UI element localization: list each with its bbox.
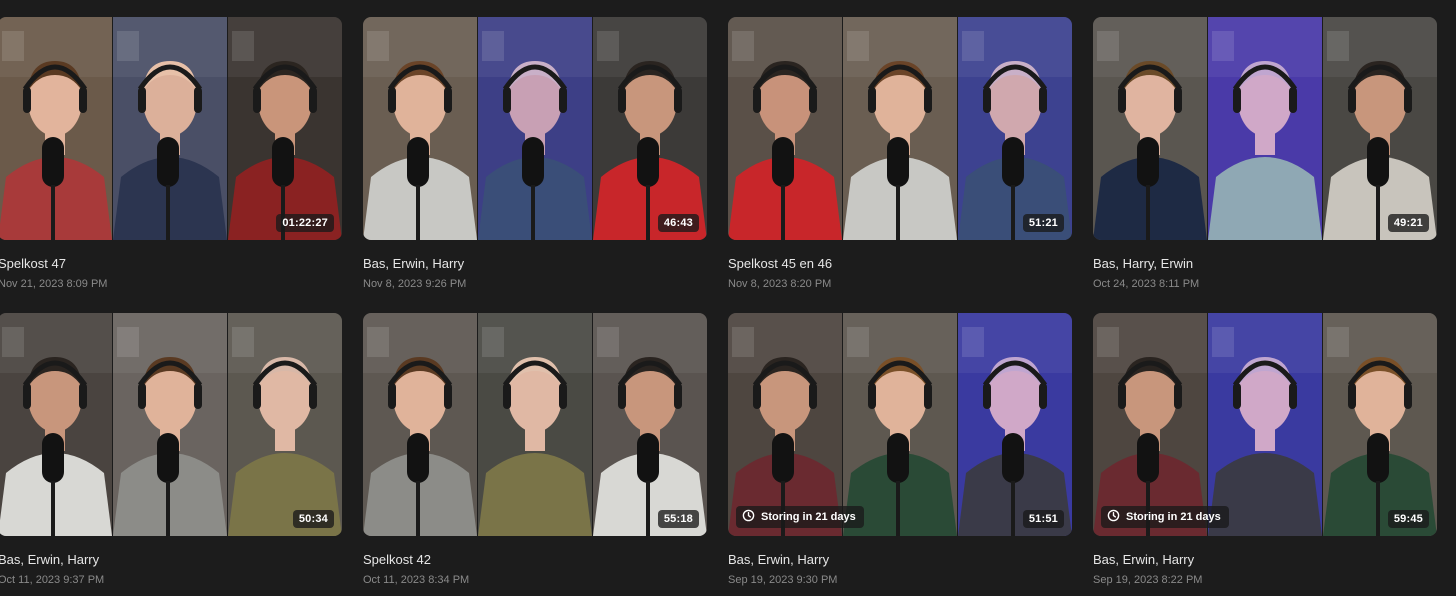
recording-title[interactable]: Bas, Erwin, Harry [728, 552, 1072, 568]
clock-icon [1107, 509, 1120, 525]
participant-video-frame [227, 313, 342, 536]
participant-video-frame [957, 17, 1072, 240]
recording-thumbnail[interactable]: 55:18 [363, 313, 707, 536]
recording-title[interactable]: Bas, Erwin, Harry [1093, 552, 1437, 568]
recording-date: Oct 11, 2023 9:37 PM [0, 574, 105, 586]
duration-badge: 50:34 [292, 510, 334, 528]
recording-title[interactable]: Bas, Erwin, Harry [0, 552, 342, 568]
recording-card[interactable]: Storing in 21 days 59:45 Bas, Erwin, Harry… [1093, 313, 1437, 587]
participant-video-frame [227, 17, 342, 240]
participant-video-frame [592, 313, 707, 536]
clock-icon [742, 509, 755, 525]
participant-video-frame [728, 17, 842, 240]
participant-video-frame [112, 17, 227, 240]
participant-video-frame [477, 17, 592, 240]
participant-video-frame [1322, 17, 1437, 240]
recording-title[interactable]: Spelkost 45 en 46 [728, 256, 1072, 272]
recording-date: Nov 21, 2023 8:09 PM [0, 278, 108, 290]
participant-video-frame [363, 17, 477, 240]
recording-card[interactable]: 50:34 Bas, Erwin, Harry Oct 11, 2023 9:37 … [0, 313, 342, 587]
recording-card[interactable]: 01:22:27 Spelkost 47 Nov 21, 2023 8:09 PM [0, 17, 342, 291]
recording-card[interactable]: 51:21 Spelkost 45 en 46 Nov 8, 2023 8:20 P… [728, 17, 1072, 291]
recording-card[interactable]: 55:18 Spelkost 42 Oct 11, 2023 8:34 PM [363, 313, 707, 587]
duration-badge: 01:22:27 [276, 214, 334, 232]
recording-thumbnail[interactable]: 01:22:27 [0, 17, 342, 240]
participant-video-frame [1093, 17, 1207, 240]
participant-video-frame [592, 17, 707, 240]
recording-title[interactable]: Spelkost 42 [363, 552, 707, 568]
recording-thumbnail[interactable]: 50:34 [0, 313, 342, 536]
duration-badge: 51:51 [1022, 510, 1064, 528]
recording-title[interactable]: Bas, Harry, Erwin [1093, 256, 1437, 272]
storage-expiry-badge: Storing in 21 days [1101, 506, 1229, 528]
recording-date: Sep 19, 2023 8:22 PM [1093, 574, 1203, 586]
participant-video-frame [728, 313, 842, 536]
participant-video-frame [1207, 313, 1322, 536]
recording-card[interactable]: 49:21 Bas, Harry, Erwin Oct 24, 2023 8:11 … [1093, 17, 1437, 291]
duration-badge: 49:21 [1387, 214, 1429, 232]
recordings-grid: 01:22:27 Spelkost 47 Nov 21, 2023 8:09 PM [0, 0, 1456, 596]
duration-badge: 51:21 [1022, 214, 1064, 232]
participant-video-frame [1207, 17, 1322, 240]
participant-video-frame [0, 313, 112, 536]
participant-video-frame [112, 313, 227, 536]
participant-video-frame [0, 17, 112, 240]
duration-badge: 59:45 [1387, 510, 1429, 528]
participant-video-frame [1322, 313, 1437, 536]
recording-thumbnail[interactable]: 49:21 [1093, 17, 1437, 240]
recording-date: Oct 11, 2023 8:34 PM [363, 574, 470, 586]
participant-video-frame [477, 313, 592, 536]
duration-badge: 55:18 [657, 510, 699, 528]
recording-thumbnail[interactable]: 46:43 [363, 17, 707, 240]
recording-thumbnail[interactable]: Storing in 21 days 51:51 [728, 313, 1072, 536]
recording-title[interactable]: Bas, Erwin, Harry [363, 256, 707, 272]
participant-video-frame [1093, 313, 1207, 536]
recording-date: Nov 8, 2023 9:26 PM [363, 278, 467, 290]
recording-thumbnail[interactable]: Storing in 21 days 59:45 [1093, 313, 1437, 536]
recording-card[interactable]: Storing in 21 days 51:51 Bas, Erwin, Harry… [728, 313, 1072, 587]
storage-expiry-badge: Storing in 21 days [736, 506, 864, 528]
recording-title[interactable]: Spelkost 47 [0, 256, 342, 272]
storage-expiry-text: Storing in 21 days [761, 511, 856, 523]
recording-date: Nov 8, 2023 8:20 PM [728, 278, 832, 290]
participant-video-frame [842, 313, 957, 536]
recording-date: Sep 19, 2023 9:30 PM [728, 574, 838, 586]
recording-thumbnail[interactable]: 51:21 [728, 17, 1072, 240]
storage-expiry-text: Storing in 21 days [1126, 511, 1221, 523]
recording-date: Oct 24, 2023 8:11 PM [1093, 278, 1200, 290]
participant-video-frame [363, 313, 477, 536]
participant-video-frame [957, 313, 1072, 536]
participant-video-frame [842, 17, 957, 240]
duration-badge: 46:43 [657, 214, 699, 232]
recording-card[interactable]: 46:43 Bas, Erwin, Harry Nov 8, 2023 9:26 P… [363, 17, 707, 291]
